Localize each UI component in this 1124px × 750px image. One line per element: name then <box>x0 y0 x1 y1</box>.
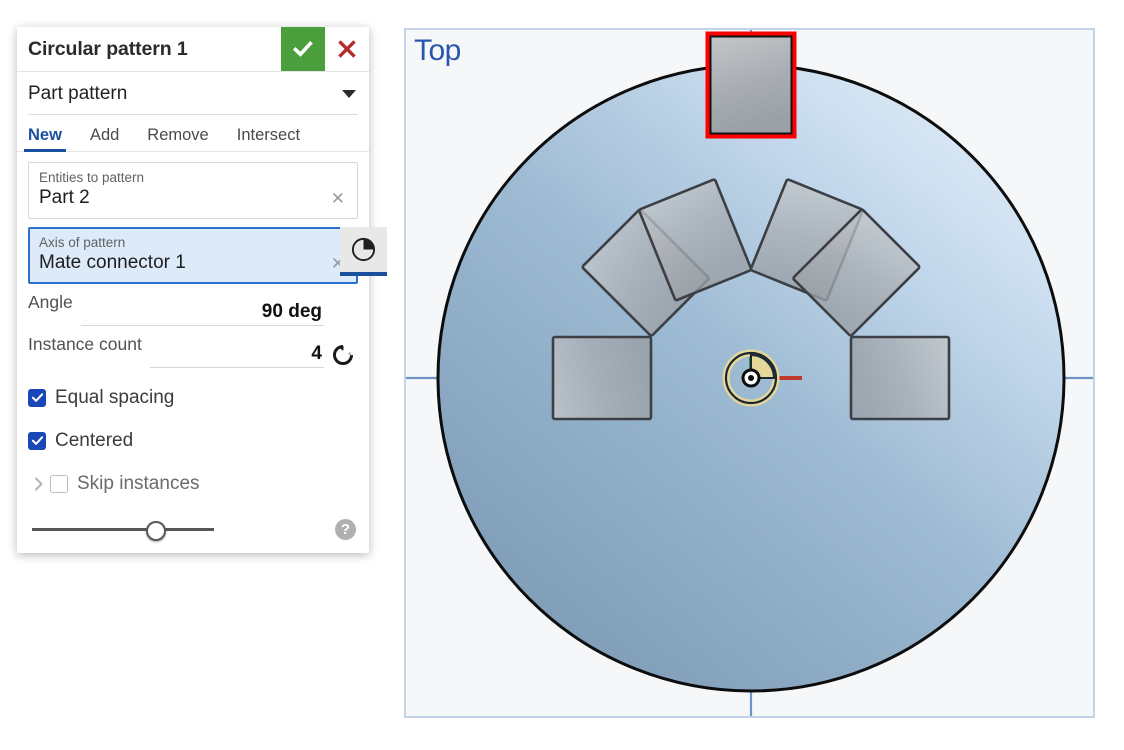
skip-instances-row[interactable]: Skip instances <box>28 462 358 505</box>
chevron-right-icon <box>35 477 43 490</box>
skip-instances-checkbox[interactable] <box>50 474 68 493</box>
flip-direction-icon <box>333 345 353 365</box>
chevron-down-icon <box>342 89 356 98</box>
dialog-header: Circular pattern 1 <box>17 27 369 72</box>
app-root: Circular pattern 1 Part pattern New Add … <box>0 0 1124 750</box>
tab-remove[interactable]: Remove <box>147 126 208 152</box>
entities-to-pattern-field[interactable]: Entities to pattern Part 2 ✕ <box>28 162 358 219</box>
close-x-icon[interactable]: ✕ <box>329 190 347 207</box>
axis-of-pattern-group: Axis of pattern Mate connector 1 ✕ <box>28 227 387 284</box>
axis-of-pattern-field[interactable]: Axis of pattern Mate connector 1 ✕ <box>28 227 358 284</box>
pattern-axis-tool-button[interactable] <box>340 227 387 272</box>
dialog-body: Entities to pattern Part 2 ✕ Axis of pat… <box>17 152 387 505</box>
tab-add[interactable]: Add <box>90 126 119 152</box>
check-icon <box>31 393 43 402</box>
instance-east[interactable] <box>849 335 951 421</box>
slider-thumb[interactable] <box>146 521 166 541</box>
axis-field-value: Mate connector 1 <box>39 252 186 273</box>
entities-field-value: Part 2 <box>39 187 90 208</box>
feature-type-dropdown[interactable]: Part pattern <box>17 72 369 115</box>
equal-spacing-checkbox-row[interactable]: Equal spacing <box>28 376 358 419</box>
instance-west[interactable] <box>551 335 653 421</box>
angle-label: Angle <box>28 292 73 312</box>
instance-top-highlighted[interactable] <box>705 31 797 139</box>
dialog-footer: ? <box>17 505 369 553</box>
axis-tool-active-underline <box>340 272 387 276</box>
centered-checkbox[interactable] <box>28 431 46 450</box>
instance-count-row[interactable]: Instance count 4 <box>28 334 358 376</box>
graphics-viewport[interactable]: Top <box>404 28 1095 718</box>
instance-count-value: 4 <box>311 343 322 364</box>
angle-value: 90 deg <box>261 301 322 322</box>
3d-scene <box>406 30 1093 716</box>
dialog-title: Circular pattern 1 <box>28 37 188 60</box>
help-icon[interactable]: ? <box>335 518 356 540</box>
feature-type-label: Part pattern <box>28 82 128 104</box>
close-icon <box>338 40 356 58</box>
axis-field-caption: Axis of pattern <box>39 235 126 250</box>
transparency-slider[interactable] <box>32 519 214 541</box>
circular-pattern-dialog: Circular pattern 1 Part pattern New Add … <box>17 27 387 553</box>
view-orientation-label: Top <box>414 34 461 67</box>
equal-spacing-label: Equal spacing <box>55 386 175 408</box>
tab-intersect[interactable]: Intersect <box>237 126 300 152</box>
tab-new[interactable]: New <box>24 126 66 152</box>
entities-field-caption: Entities to pattern <box>39 170 145 185</box>
cancel-button[interactable] <box>325 27 369 71</box>
check-icon <box>292 41 313 57</box>
skip-instances-expander[interactable] <box>28 476 50 492</box>
equal-spacing-checkbox[interactable] <box>28 388 46 407</box>
centered-checkbox-row[interactable]: Centered <box>28 419 358 462</box>
accept-button[interactable] <box>281 27 325 71</box>
operation-tabs: New Add Remove Intersect <box>17 115 369 152</box>
angle-row[interactable]: Angle 90 deg <box>28 292 358 334</box>
pattern-axis-pie-icon <box>351 237 376 262</box>
flip-direction-button[interactable] <box>328 342 358 368</box>
check-icon <box>31 436 43 445</box>
skip-instances-label: Skip instances <box>77 472 200 494</box>
instance-count-label: Instance count <box>28 334 142 354</box>
centered-label: Centered <box>55 429 134 451</box>
